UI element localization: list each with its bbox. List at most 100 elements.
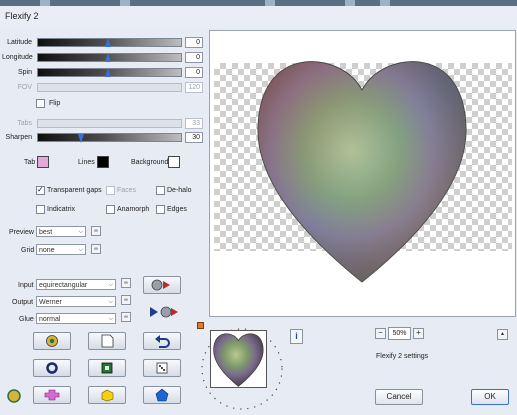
grid-select[interactable]: none ⌵	[36, 244, 86, 255]
faces-checkbox	[106, 186, 115, 195]
chevron-down-icon: ⌵	[78, 247, 83, 253]
longitude-thumb[interactable]	[105, 53, 111, 62]
output-preview-button[interactable]	[148, 305, 180, 319]
page-icon	[101, 334, 114, 348]
chevron-down-icon: ⌵	[108, 299, 113, 305]
output-select[interactable]: Werner ⌵	[36, 296, 116, 307]
latitude-slider[interactable]	[37, 38, 182, 47]
output-link-icon[interactable]: ∞	[121, 295, 131, 305]
glue-select[interactable]: normal ⌵	[36, 313, 116, 324]
sharpen-value[interactable]: 30	[185, 132, 203, 143]
spin-value[interactable]: 0	[185, 67, 203, 78]
grid-label: Grid	[21, 247, 35, 254]
chevron-down-icon: ⌵	[78, 229, 83, 235]
zoom-out-button[interactable]: −	[375, 328, 386, 339]
undo-arrow-icon	[155, 335, 170, 348]
longitude-label: Longitude	[2, 54, 33, 61]
glue-label: Glue	[19, 316, 34, 323]
play-sphere-icon	[150, 306, 178, 318]
input-link-icon[interactable]: ∞	[121, 278, 131, 288]
faces-label: Faces	[117, 187, 137, 194]
background-color-swatch[interactable]	[168, 156, 180, 168]
indicatrix-label: Indicatrix	[47, 206, 76, 213]
preview-label: Preview	[9, 229, 34, 236]
transparent-gaps-label: Transparent gaps	[47, 187, 102, 194]
cross-icon	[44, 389, 60, 401]
expand-arrow-icon[interactable]: ▲	[497, 329, 508, 340]
cube-shape-button[interactable]	[88, 386, 126, 404]
flip-label: Flip	[49, 100, 61, 107]
dice-button[interactable]	[143, 359, 181, 377]
info-icon[interactable]: i	[290, 329, 303, 344]
indicatrix-checkbox[interactable]	[36, 205, 45, 214]
fov-label: FOV	[17, 84, 32, 91]
latitude-value[interactable]: 0	[185, 37, 203, 48]
ok-button[interactable]: OK	[471, 389, 509, 405]
square-frame-icon	[101, 362, 113, 374]
tab-color-label: Tab	[24, 159, 36, 166]
navigator-thumbnail[interactable]	[210, 330, 267, 388]
grid-select-value: none	[39, 247, 55, 254]
de-halo-checkbox[interactable]	[156, 186, 165, 195]
preview-link-icon[interactable]: ∞	[91, 226, 101, 236]
dice-icon	[156, 362, 168, 374]
tabs-value: 33	[185, 118, 203, 129]
spin-label: Spin	[17, 69, 32, 76]
preview-select-value: best	[39, 229, 53, 236]
pentagon-icon	[155, 388, 169, 402]
settings-label: Flexify 2 settings	[376, 353, 429, 360]
globe-icon	[46, 335, 58, 347]
input-label: Input	[18, 282, 34, 289]
zoom-in-button[interactable]: +	[413, 328, 424, 339]
tabs-label: Tabs	[17, 120, 32, 127]
input-select[interactable]: equirectangular ⌵	[36, 279, 116, 290]
flip-checkbox[interactable]	[36, 99, 45, 108]
output-select-value: Werner	[39, 299, 62, 306]
input-select-value: equirectangular	[39, 282, 88, 289]
input-preview-button[interactable]	[143, 276, 181, 294]
preview-select[interactable]: best ⌵	[36, 226, 86, 237]
cancel-button[interactable]: Cancel	[375, 389, 423, 405]
new-document-button[interactable]	[88, 332, 126, 350]
square-frame-button[interactable]	[88, 359, 126, 377]
undo-button[interactable]	[143, 332, 181, 350]
pentagon-shape-button[interactable]	[143, 386, 181, 404]
cube-icon	[101, 389, 114, 402]
glue-select-value: normal	[39, 316, 61, 323]
spin-slider[interactable]	[37, 68, 182, 77]
latitude-label: Latitude	[7, 39, 32, 46]
anamorph-label: Anamorph	[117, 206, 150, 213]
title-bar	[0, 6, 517, 28]
chevron-down-icon: ⌵	[108, 282, 113, 288]
glue-link-icon[interactable]: ∞	[121, 312, 131, 322]
sharpen-thumb[interactable]	[78, 134, 84, 143]
edges-checkbox[interactable]	[156, 205, 165, 214]
longitude-value[interactable]: 0	[185, 52, 203, 63]
longitude-slider[interactable]	[37, 53, 182, 62]
spin-thumb[interactable]	[105, 68, 111, 77]
window-title: Flexify 2	[5, 11, 39, 21]
zoom-level[interactable]: 50%	[388, 327, 411, 340]
tabs-slider	[37, 119, 182, 128]
flexify-logo-icon	[6, 388, 22, 404]
chevron-down-icon: ⌵	[108, 316, 113, 322]
sharpen-slider[interactable]	[37, 133, 182, 143]
sharpen-label: Sharpen	[5, 134, 32, 141]
transparent-gaps-checkbox[interactable]	[36, 185, 45, 195]
ring-shape-button[interactable]	[33, 359, 71, 377]
latitude-thumb[interactable]	[105, 38, 111, 47]
background-color-label: Background	[131, 159, 169, 166]
ring-icon	[46, 362, 58, 374]
de-halo-label: De-halo	[167, 187, 192, 194]
edges-label: Edges	[167, 206, 187, 213]
anamorph-checkbox[interactable]	[106, 205, 115, 214]
lines-color-swatch[interactable]	[97, 156, 109, 168]
output-label: Output	[12, 299, 34, 306]
cross-shape-button[interactable]	[33, 386, 71, 404]
tab-color-swatch[interactable]	[37, 156, 49, 168]
lines-color-label: Lines	[78, 159, 95, 166]
randomize-button[interactable]	[33, 332, 71, 350]
grid-link-icon[interactable]: ∞	[91, 244, 101, 254]
fov-value: 120	[185, 82, 203, 93]
play-film-icon	[151, 279, 170, 291]
